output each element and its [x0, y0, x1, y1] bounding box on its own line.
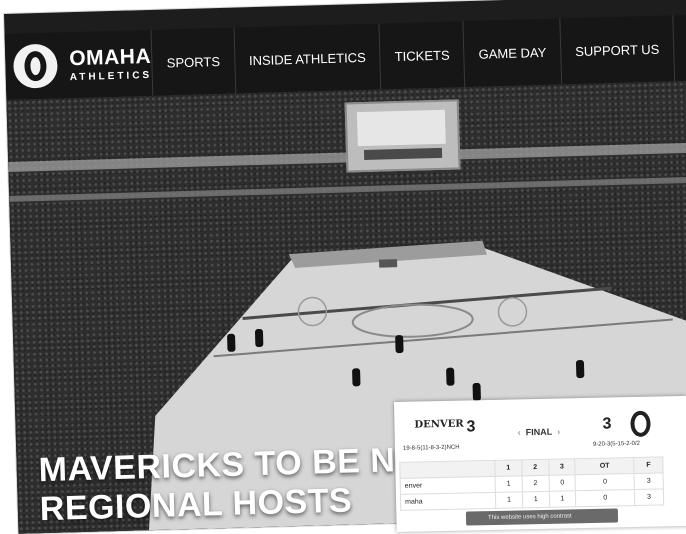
omaha-o-logo-icon: [630, 410, 651, 438]
hero-headline[interactable]: MAVERICKS TO BE NO REGIONAL HOSTS: [38, 441, 424, 530]
home-record: 19-8-5(11-8-3-2)NCH: [402, 444, 460, 452]
period-cell: 0: [548, 474, 576, 492]
hockey-player: [446, 367, 455, 386]
status-label: FINAL: [525, 426, 553, 438]
hockey-player: [395, 334, 404, 354]
hockey-player: [254, 328, 264, 348]
o-logo-icon: [12, 43, 59, 89]
column-header: OT: [575, 457, 635, 475]
period-cell: 1: [549, 490, 577, 508]
brand-subtitle: ATHLETICS: [69, 69, 153, 83]
prev-game-chevron-icon[interactable]: ‹: [518, 427, 521, 437]
away-record: 9-20-3(5-15-2-0/2: [592, 440, 641, 448]
nav-support-us[interactable]: SUPPORT US: [559, 15, 675, 85]
jumbotron-screen: [356, 109, 446, 147]
home-score: 3: [466, 418, 476, 436]
hockey-player: [227, 333, 236, 352]
omaha-logo[interactable]: OMAHA ATHLETICS: [12, 41, 153, 89]
logo-wordmark: OMAHA ATHLETICS: [68, 44, 153, 83]
column-header: 1: [494, 459, 522, 477]
game-status: ‹ FINAL ›: [513, 426, 566, 438]
period-cell: 1: [495, 491, 523, 509]
column-header: 2: [521, 459, 549, 476]
nav-inside-athletics[interactable]: INSIDE ATHLETICS: [233, 23, 381, 94]
nav-more[interactable]: ME: [672, 13, 686, 82]
nav-tickets[interactable]: TICKETS: [378, 21, 465, 90]
away-score: 3: [602, 415, 612, 433]
ot-cell: 0: [575, 473, 635, 491]
column-header: 3: [548, 458, 576, 476]
period-cell: 1: [495, 475, 523, 493]
hockey-player: [472, 382, 481, 402]
column-header: F: [633, 456, 664, 474]
jumbotron: [344, 99, 461, 173]
final-cell: 3: [634, 488, 664, 506]
brand-name: OMAHA: [68, 44, 152, 70]
goal-net: [379, 259, 398, 268]
period-cell: 1: [522, 491, 550, 508]
hockey-player: [575, 359, 585, 379]
hockey-player: [352, 368, 361, 387]
final-cell: 3: [634, 472, 664, 490]
nav-game-day[interactable]: GAME DAY: [462, 18, 562, 88]
scoreboard-header: DENVER 3 ‹ FINAL › 3 19-8-5(11-8-3-2)NCH 9…: [394, 396, 686, 454]
period-cell: 2: [521, 475, 550, 492]
nav-sports[interactable]: SPORTS: [150, 27, 235, 96]
ot-cell: 0: [575, 489, 635, 507]
box-score-table: 1 2 3 OT F enver 1 2 0 0 3 maha 1 1 1 0: [399, 456, 664, 511]
team-name-cell: maha: [400, 492, 496, 511]
denver-logo-icon: DENVER: [414, 418, 464, 431]
next-game-chevron-icon[interactable]: ›: [557, 427, 560, 437]
jumbotron-scorebar: [363, 147, 443, 160]
